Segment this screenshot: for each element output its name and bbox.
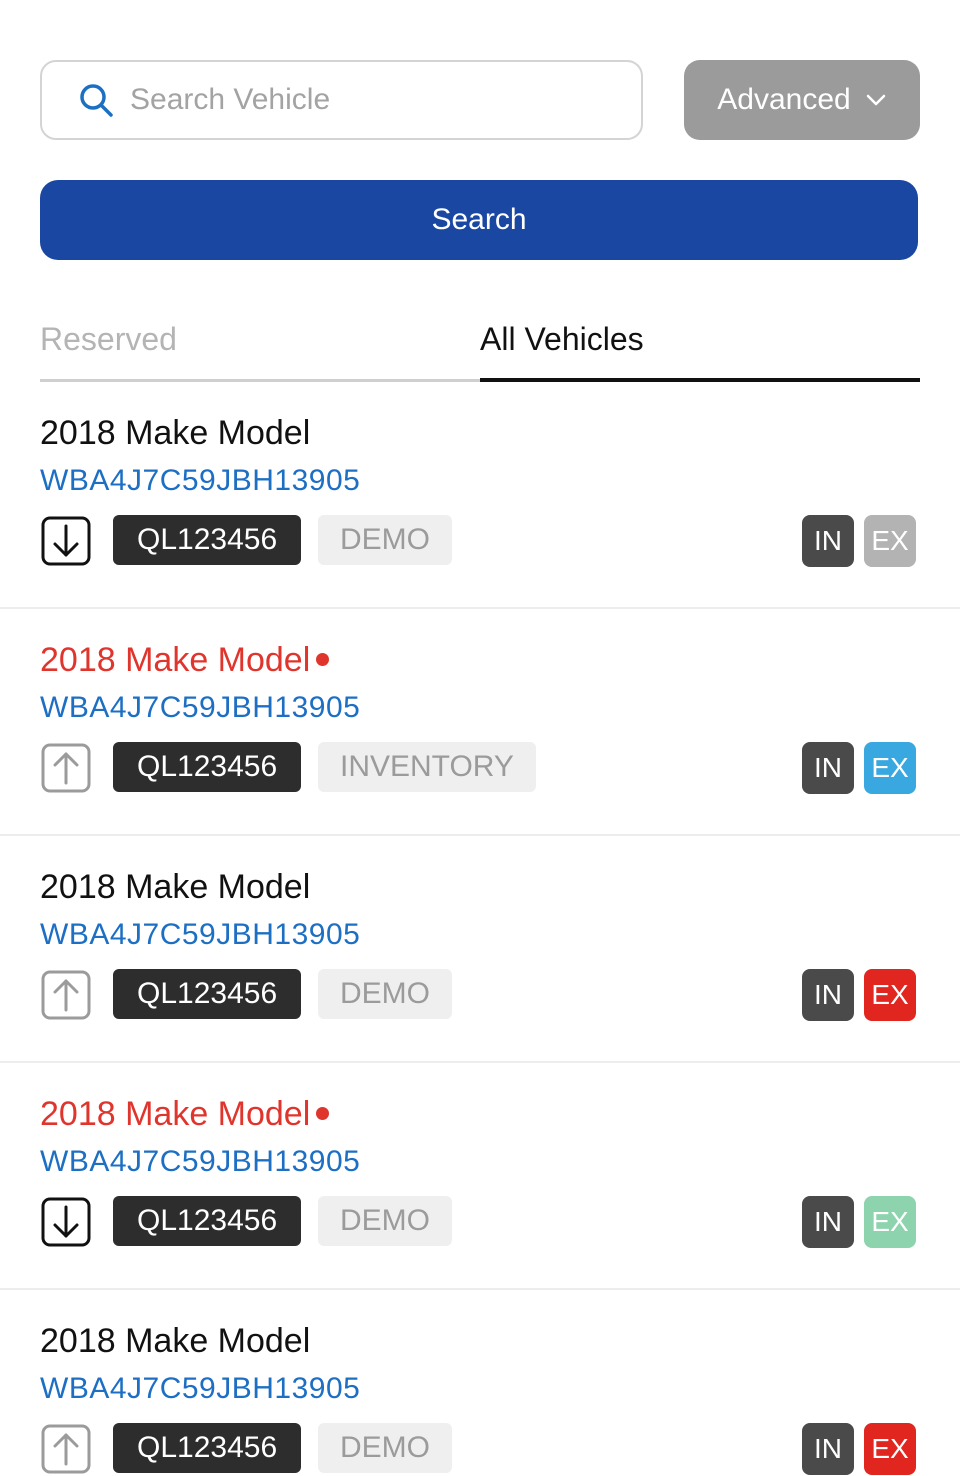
exterior-badge[interactable]: EX (864, 969, 916, 1021)
vehicle-title: 2018 Make Model (40, 1322, 310, 1361)
advanced-button[interactable]: Advanced (684, 60, 920, 140)
vehicle-type-tag: INVENTORY (318, 742, 536, 792)
download-icon[interactable] (40, 1196, 92, 1248)
tab-all-vehicles-label: All Vehicles (480, 320, 644, 357)
stock-number-badge: QL123456 (113, 1423, 302, 1473)
interior-badge[interactable]: IN (802, 1423, 854, 1475)
exterior-badge[interactable]: EX (864, 1423, 916, 1475)
vehicle-title-text: 2018 Make Model (40, 641, 311, 679)
vehicle-row[interactable]: 2018 Make Model WBA4J7C59JBH13905 QL123456… (0, 1290, 960, 1476)
vehicle-vin[interactable]: WBA4J7C59JBH13905 (40, 918, 360, 952)
download-icon[interactable] (40, 515, 92, 567)
search-icon (80, 84, 113, 117)
vehicle-type-tag: DEMO (318, 1196, 452, 1246)
vehicle-vin[interactable]: WBA4J7C59JBH13905 (40, 691, 360, 725)
vehicle-title: 2018 Make Model (40, 641, 330, 680)
search-button-label: Search (431, 203, 527, 236)
alert-dot-icon (316, 1107, 330, 1120)
vehicle-title-text: 2018 Make Model (40, 1322, 311, 1360)
interior-badge[interactable]: IN (802, 742, 854, 794)
search-row: Advanced (40, 60, 920, 140)
vehicle-vin[interactable]: WBA4J7C59JBH13905 (40, 464, 360, 498)
vehicle-title-text: 2018 Make Model (40, 1095, 311, 1133)
upload-icon[interactable] (40, 742, 92, 794)
stock-number-badge: QL123456 (113, 969, 302, 1019)
search-button[interactable]: Search (40, 180, 918, 260)
upload-icon[interactable] (40, 969, 92, 1021)
tab-bar: Reserved All Vehicles (40, 300, 920, 382)
search-field[interactable] (40, 60, 643, 140)
stock-number-badge: QL123456 (113, 515, 302, 565)
alert-dot-icon (316, 653, 330, 666)
vehicle-vin[interactable]: WBA4J7C59JBH13905 (40, 1372, 360, 1406)
exterior-badge[interactable]: EX (864, 1196, 916, 1248)
interior-badge[interactable]: IN (802, 515, 854, 567)
vehicle-row[interactable]: 2018 Make Model WBA4J7C59JBH13905 QL123456… (0, 1063, 960, 1290)
chevron-down-icon (866, 94, 885, 106)
tab-reserved-label: Reserved (40, 321, 177, 357)
stock-number-badge: QL123456 (113, 1196, 302, 1246)
tab-all-vehicles[interactable]: All Vehicles (480, 300, 920, 382)
interior-badge[interactable]: IN (802, 969, 854, 1021)
vehicle-type-tag: DEMO (318, 969, 452, 1019)
exterior-badge[interactable]: EX (864, 515, 916, 567)
exterior-badge[interactable]: EX (864, 742, 916, 794)
vehicle-title-text: 2018 Make Model (40, 414, 311, 452)
vehicle-title-text: 2018 Make Model (40, 868, 311, 906)
vehicle-title: 2018 Make Model (40, 868, 310, 907)
upload-icon[interactable] (40, 1423, 92, 1475)
search-input[interactable] (130, 83, 641, 117)
vehicle-type-tag: DEMO (318, 1423, 452, 1473)
advanced-button-label: Advanced (717, 83, 851, 116)
interior-badge[interactable]: IN (802, 1196, 854, 1248)
vehicle-row[interactable]: 2018 Make Model WBA4J7C59JBH13905 QL123456… (0, 609, 960, 836)
stock-number-badge: QL123456 (113, 742, 302, 792)
vehicle-row[interactable]: 2018 Make Model WBA4J7C59JBH13905 QL123456… (0, 382, 960, 609)
vehicle-type-tag: DEMO (318, 515, 452, 565)
vehicle-list: 2018 Make Model WBA4J7C59JBH13905 QL123456… (0, 382, 960, 1476)
vehicle-vin[interactable]: WBA4J7C59JBH13905 (40, 1145, 360, 1179)
vehicle-title: 2018 Make Model (40, 414, 310, 453)
tab-reserved[interactable]: Reserved (40, 300, 480, 382)
vehicle-title: 2018 Make Model (40, 1095, 330, 1134)
vehicle-row[interactable]: 2018 Make Model WBA4J7C59JBH13905 QL123456… (0, 836, 960, 1063)
